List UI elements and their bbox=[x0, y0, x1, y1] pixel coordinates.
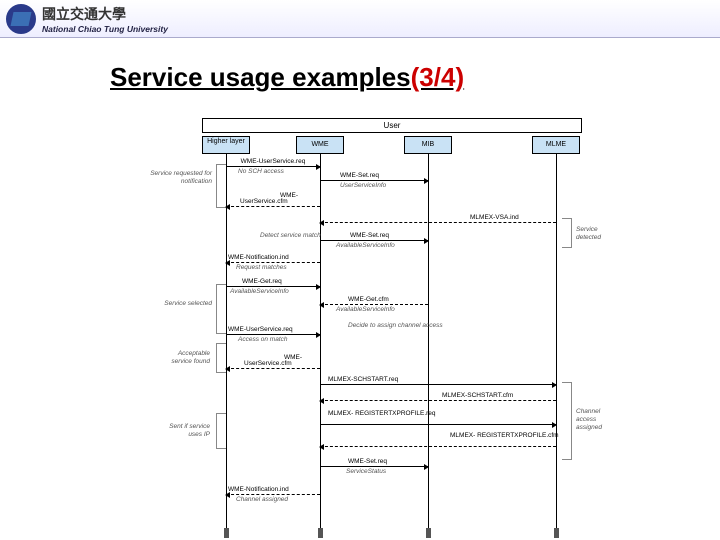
m7: WME-Set.req bbox=[350, 232, 389, 239]
brace-1 bbox=[216, 284, 226, 334]
container-user: User bbox=[202, 118, 582, 133]
sequence-diagram: User Higher layer WME MIB MLME Service r… bbox=[180, 118, 600, 538]
a10 bbox=[226, 262, 320, 263]
actor-wme: WME bbox=[296, 136, 344, 154]
university-name-en: National Chiao Tung University bbox=[42, 24, 168, 34]
m8: Detect service match bbox=[260, 232, 316, 239]
m17: Access on match bbox=[238, 336, 288, 343]
m10: WME-Notification.ind bbox=[228, 254, 289, 261]
a0 bbox=[226, 166, 320, 167]
brace-0 bbox=[216, 164, 226, 208]
a2 bbox=[320, 180, 428, 181]
brace-lbl-3: Sent if service uses IP bbox=[154, 423, 210, 439]
actor-mlme: MLME bbox=[532, 136, 580, 154]
a7 bbox=[320, 240, 428, 241]
m0: WME-UserService.req bbox=[228, 158, 318, 165]
university-name-zh: 國立交通大學 bbox=[42, 6, 126, 22]
brace-lbl-2: Acceptable service found bbox=[158, 350, 210, 366]
brace-lbl-0: Service requested for notification bbox=[150, 170, 212, 186]
a19 bbox=[226, 368, 320, 369]
m16: WME-UserService.req bbox=[228, 326, 293, 333]
m23: MLMEX- REGISTERTXPROFILE.req bbox=[328, 410, 436, 417]
m12: WME-Get.req bbox=[242, 278, 282, 285]
brace-lbl-4: Service detected bbox=[576, 226, 601, 242]
actor-higher-layer: Higher layer bbox=[202, 136, 250, 154]
a6 bbox=[320, 222, 556, 223]
university-name: 國立交通大學 National Chiao Tung University bbox=[42, 4, 168, 34]
brace-lbl-1: Service selected bbox=[164, 300, 212, 308]
m1: No SCH access bbox=[238, 168, 284, 175]
m20: UserService.cfm bbox=[244, 360, 292, 367]
m11: Request matches bbox=[236, 264, 287, 271]
brace-lbl-5: Channel access assigned bbox=[576, 408, 602, 432]
m2: WME-Set.req bbox=[340, 172, 379, 179]
a24 bbox=[320, 446, 556, 447]
brace-4 bbox=[562, 218, 572, 248]
lifeline-mib bbox=[428, 154, 429, 538]
m22: MLMEX-SCHSTART.cfm bbox=[442, 392, 513, 399]
a14 bbox=[320, 304, 428, 305]
lifeline-higher bbox=[226, 154, 227, 538]
header-bar: 國立交通大學 National Chiao Tung University bbox=[0, 0, 720, 38]
m13: AvailableServiceInfo bbox=[230, 288, 289, 295]
a25 bbox=[320, 466, 428, 467]
m6: MLMEX-VSA.ind bbox=[470, 214, 519, 221]
m14: WME-Get.cfm bbox=[348, 296, 389, 303]
title-counter: (3/4) bbox=[411, 62, 464, 92]
a21 bbox=[320, 384, 556, 385]
slide-title: Service usage examples(3/4) bbox=[110, 62, 720, 93]
m21: MLMEX-SCHSTART.req bbox=[328, 376, 398, 383]
a23 bbox=[320, 424, 556, 425]
m18: Decide to assign channel access bbox=[348, 322, 414, 329]
a12 bbox=[226, 286, 320, 287]
m27: WME-Notification.ind bbox=[228, 486, 289, 493]
university-seal-icon bbox=[6, 4, 36, 34]
m5: UserService.cfm bbox=[240, 198, 288, 205]
m25: WME-Set.req bbox=[348, 458, 387, 465]
brace-3 bbox=[216, 413, 226, 449]
m28: Channel assigned bbox=[236, 496, 288, 503]
lifeline-wme bbox=[320, 154, 321, 538]
title-main: Service usage examples bbox=[110, 62, 411, 92]
m24: MLMEX- REGISTERTXPROFILE.cfm bbox=[450, 432, 559, 439]
brace-5 bbox=[562, 382, 572, 460]
a27 bbox=[226, 494, 320, 495]
lifeline-mlme bbox=[556, 154, 557, 538]
m15: AvailableServiceInfo bbox=[336, 306, 395, 313]
a4 bbox=[226, 206, 320, 207]
a22 bbox=[320, 400, 556, 401]
a16 bbox=[226, 334, 320, 335]
m9: AvailableServiceInfo bbox=[336, 242, 395, 249]
m3: UserServiceInfo bbox=[340, 182, 386, 189]
actor-mib: MIB bbox=[404, 136, 452, 154]
m26: ServiceStatus bbox=[346, 468, 386, 475]
